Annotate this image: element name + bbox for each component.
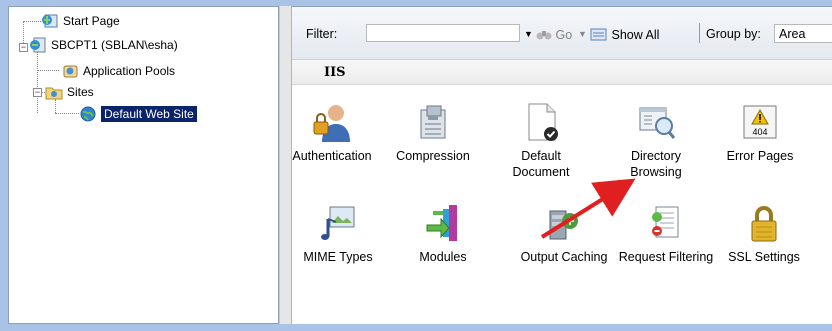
connections-tree-pane[interactable]: − − Start Page SBCPT1 (SBLAN\esha) Appli… <box>8 6 279 324</box>
tree-item-label: Default Web Site <box>101 106 197 122</box>
features-pane: Filter: ▼ Go ▼ Show All Group by: Area I… <box>292 6 832 324</box>
collapse-sites-icon[interactable]: − <box>33 88 42 97</box>
pane-splitter[interactable] <box>279 6 292 324</box>
tree-connector <box>37 70 59 71</box>
globe-icon <box>79 106 97 122</box>
tree-item-default-web-site[interactable]: Default Web Site <box>79 104 197 124</box>
collapse-server-icon[interactable]: − <box>19 43 28 52</box>
start-page-icon <box>41 13 59 29</box>
annotation-arrow-icon <box>540 178 636 239</box>
tree-connector <box>37 51 38 113</box>
tree-connector <box>23 21 41 22</box>
tree-item-label: Start Page <box>63 14 120 28</box>
application-pools-icon <box>61 63 79 79</box>
tree-item-application-pools[interactable]: Application Pools <box>61 61 175 81</box>
tree-item-sites[interactable]: Sites <box>45 82 94 102</box>
server-icon <box>29 37 47 53</box>
sites-folder-icon <box>45 84 63 100</box>
tree-item-label: SBCPT1 (SBLAN\esha) <box>51 38 178 52</box>
tree-item-server[interactable]: SBCPT1 (SBLAN\esha) <box>29 35 178 55</box>
tree-item-label: Application Pools <box>83 64 176 78</box>
tree-connector <box>55 113 79 114</box>
tree-item-label: Sites <box>67 85 94 99</box>
tree-item-start-page[interactable]: Start Page <box>41 11 120 31</box>
tree-connector <box>23 21 24 43</box>
